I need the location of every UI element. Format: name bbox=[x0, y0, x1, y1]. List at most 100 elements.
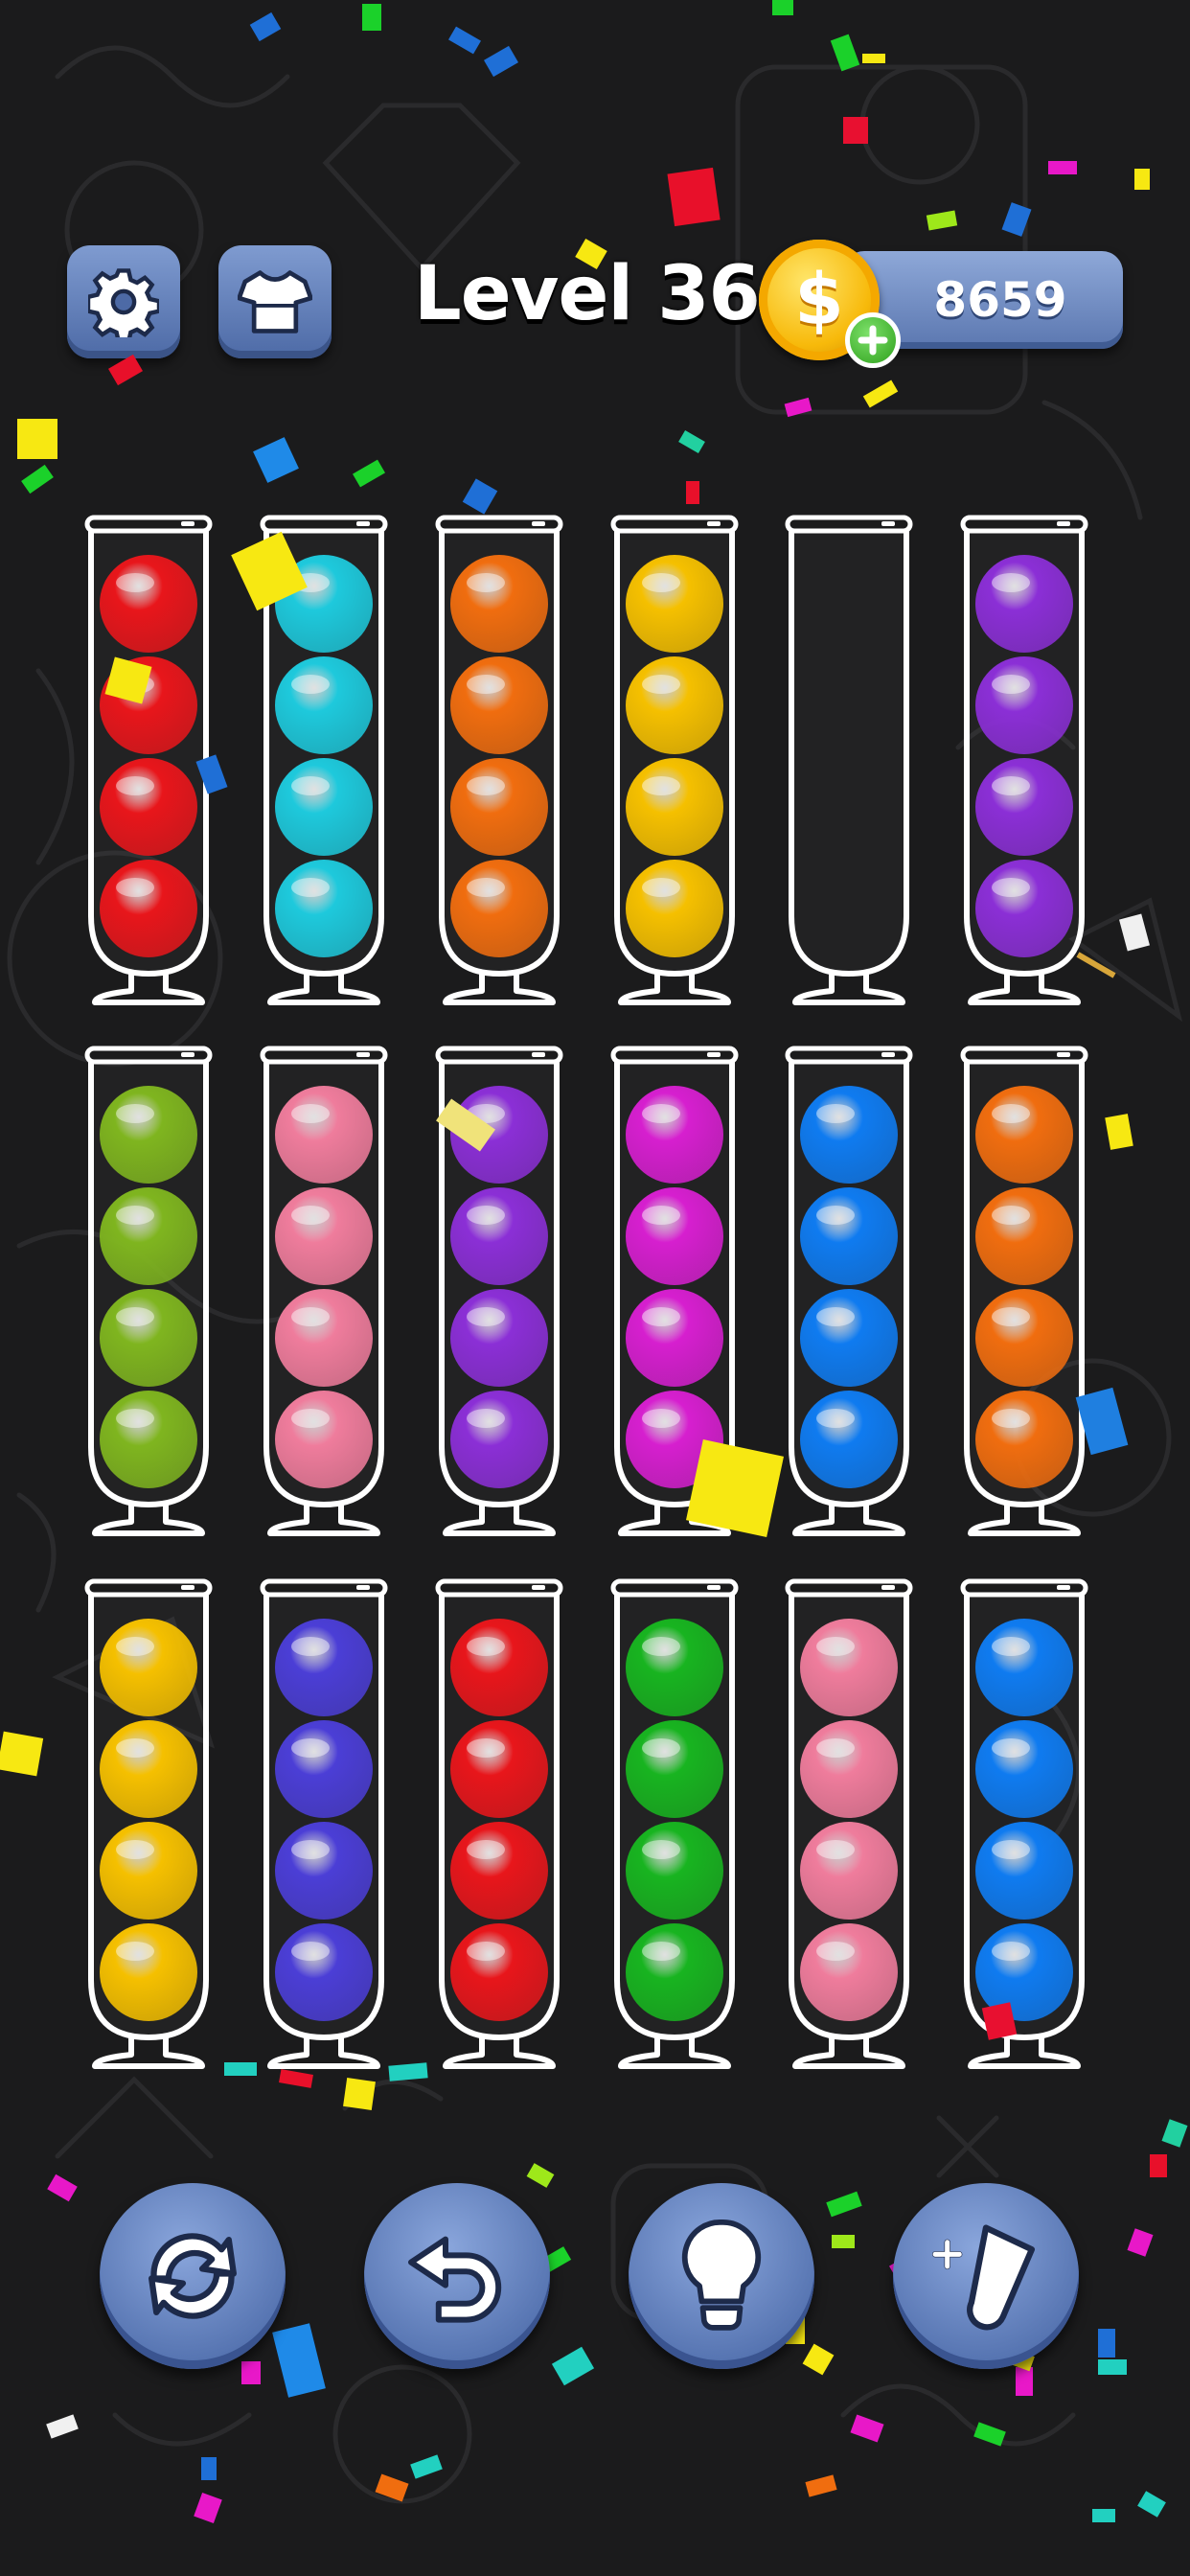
ball-orange bbox=[450, 656, 548, 754]
tube[interactable] bbox=[960, 515, 1088, 1005]
ball-pink bbox=[275, 1086, 373, 1184]
ball-shine bbox=[467, 1104, 505, 1123]
ball-shine bbox=[291, 1104, 330, 1123]
tube[interactable] bbox=[610, 1046, 739, 1536]
ball-green bbox=[626, 1923, 723, 2021]
ball-indigo bbox=[275, 1720, 373, 1818]
ball-shine bbox=[642, 878, 680, 897]
ball-pink bbox=[800, 1619, 898, 1716]
tube[interactable] bbox=[435, 1578, 563, 2069]
ball-shine bbox=[291, 1409, 330, 1428]
ball-blue bbox=[800, 1391, 898, 1488]
tube[interactable] bbox=[960, 1578, 1088, 2069]
ball-magenta bbox=[626, 1289, 723, 1387]
ball-blue bbox=[975, 1720, 1073, 1818]
ball-red bbox=[450, 1923, 548, 2021]
ball-yellow bbox=[100, 1923, 197, 2021]
ball-shine bbox=[642, 1206, 680, 1225]
undo-button[interactable] bbox=[364, 2183, 550, 2369]
ball-pink bbox=[275, 1289, 373, 1387]
ball-indigo bbox=[275, 1923, 373, 2021]
ball-cyan bbox=[275, 860, 373, 957]
ball-shine bbox=[291, 1738, 330, 1758]
ball-shine bbox=[467, 1206, 505, 1225]
ball-cyan bbox=[275, 656, 373, 754]
ball-blue bbox=[975, 1822, 1073, 1920]
ball-yellow bbox=[100, 1619, 197, 1716]
tube[interactable] bbox=[260, 1578, 388, 2069]
ball-pink bbox=[800, 1923, 898, 2021]
ball-yellow bbox=[626, 758, 723, 856]
ball-shine bbox=[116, 1738, 154, 1758]
ball-shine bbox=[116, 878, 154, 897]
ball-shine bbox=[467, 1409, 505, 1428]
restart-icon bbox=[149, 2233, 237, 2319]
tube[interactable] bbox=[785, 1578, 913, 2069]
ball-orange bbox=[975, 1187, 1073, 1285]
ball-shine bbox=[467, 1637, 505, 1656]
tube[interactable] bbox=[610, 1578, 739, 2069]
ball-shine bbox=[116, 1104, 154, 1123]
ball-shine bbox=[992, 1104, 1030, 1123]
tube[interactable] bbox=[435, 1046, 563, 1536]
ball-shine bbox=[992, 1307, 1030, 1326]
ball-yellow bbox=[626, 656, 723, 754]
ball-shine bbox=[642, 1942, 680, 1961]
ball-shine bbox=[291, 1206, 330, 1225]
ball-lime bbox=[100, 1391, 197, 1488]
ball-purple bbox=[975, 555, 1073, 653]
tube[interactable] bbox=[84, 1578, 213, 2069]
tube[interactable] bbox=[785, 515, 913, 1005]
ball-shine bbox=[642, 1409, 680, 1428]
ball-purple bbox=[450, 1086, 548, 1184]
ball-shine bbox=[467, 878, 505, 897]
tube[interactable] bbox=[260, 515, 388, 1005]
ball-shine bbox=[992, 1942, 1030, 1961]
ball-purple bbox=[975, 860, 1073, 957]
ball-indigo bbox=[275, 1822, 373, 1920]
tube[interactable] bbox=[785, 1046, 913, 1536]
tube[interactable] bbox=[435, 515, 563, 1005]
ball-shine bbox=[992, 1637, 1030, 1656]
ball-shine bbox=[816, 1307, 855, 1326]
ball-shine bbox=[291, 1637, 330, 1656]
ball-shine bbox=[816, 1738, 855, 1758]
ball-purple bbox=[450, 1391, 548, 1488]
ball-shine bbox=[116, 675, 154, 694]
add-tube-icon bbox=[931, 2224, 1036, 2331]
ball-shine bbox=[467, 675, 505, 694]
ball-orange bbox=[450, 860, 548, 957]
ball-green bbox=[626, 1822, 723, 1920]
tube[interactable] bbox=[84, 1046, 213, 1536]
ball-shine bbox=[816, 1637, 855, 1656]
ball-shine bbox=[291, 776, 330, 795]
ball-yellow bbox=[100, 1720, 197, 1818]
ball-shine bbox=[642, 573, 680, 592]
ball-yellow bbox=[626, 555, 723, 653]
ball-magenta bbox=[626, 1086, 723, 1184]
ball-shine bbox=[116, 776, 154, 795]
ball-red bbox=[100, 656, 197, 754]
ball-lime bbox=[100, 1086, 197, 1184]
ball-shine bbox=[642, 776, 680, 795]
ball-orange bbox=[450, 758, 548, 856]
ball-shine bbox=[642, 1104, 680, 1123]
tube[interactable] bbox=[610, 515, 739, 1005]
hint-button[interactable] bbox=[629, 2183, 814, 2369]
ball-shine bbox=[642, 1637, 680, 1656]
ball-shine bbox=[816, 1942, 855, 1961]
restart-button[interactable] bbox=[100, 2183, 286, 2369]
ball-red bbox=[450, 1822, 548, 1920]
ball-shine bbox=[116, 1409, 154, 1428]
tube[interactable] bbox=[84, 515, 213, 1005]
ball-red bbox=[450, 1720, 548, 1818]
tube[interactable] bbox=[260, 1046, 388, 1536]
ball-shine bbox=[642, 1738, 680, 1758]
ball-red bbox=[100, 555, 197, 653]
add-tube-button[interactable] bbox=[893, 2183, 1079, 2369]
ball-magenta bbox=[626, 1187, 723, 1285]
ball-purple bbox=[450, 1289, 548, 1387]
ball-shine bbox=[116, 1840, 154, 1859]
tube[interactable] bbox=[960, 1046, 1088, 1536]
ball-blue bbox=[975, 1619, 1073, 1716]
